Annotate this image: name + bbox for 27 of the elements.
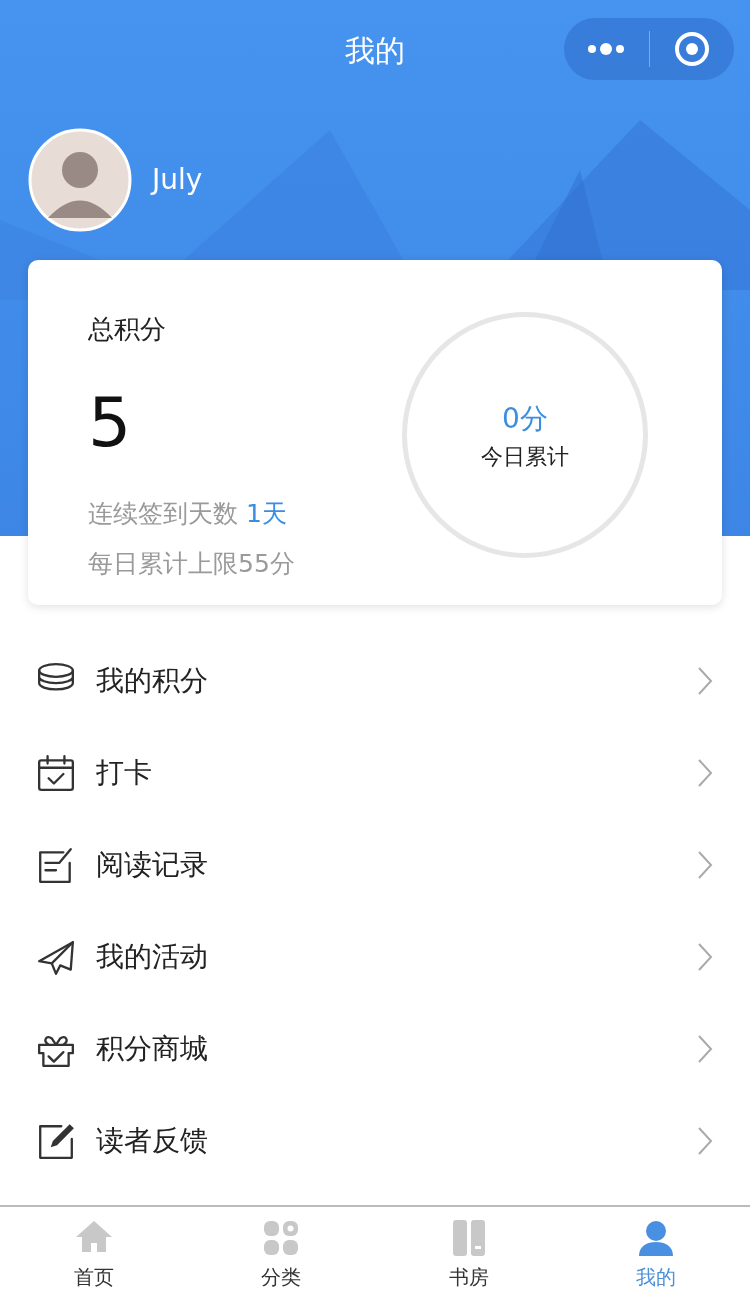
- daily-limit-text: 每日累计上限55分: [88, 547, 296, 580]
- menu-item[interactable]: 积分商城: [0, 1003, 750, 1095]
- points-title: 总积分: [88, 313, 167, 346]
- menu-item[interactable]: 打卡: [0, 727, 750, 819]
- user-name: July: [152, 162, 203, 198]
- menu-item[interactable]: 我的活动: [0, 911, 750, 1003]
- tab-bar-item[interactable]: 首页: [0, 1207, 188, 1303]
- chevron-right-icon: [696, 758, 714, 788]
- menu-item[interactable]: 阅读记录: [0, 819, 750, 911]
- paper-plane-icon: [36, 938, 76, 976]
- streak-value: 1天: [246, 498, 287, 530]
- chevron-right-icon: [696, 850, 714, 880]
- page-title: 我的: [345, 31, 405, 70]
- today-label: 今日累计: [481, 442, 569, 471]
- edit-icon: [36, 1122, 76, 1160]
- chevron-right-icon: [696, 1126, 714, 1156]
- chevron-right-icon: [696, 1034, 714, 1064]
- chevron-right-icon: [696, 942, 714, 972]
- tab-bar-item[interactable]: 分类: [187, 1207, 375, 1303]
- tab-bar-item[interactable]: 书房: [375, 1207, 563, 1303]
- today-points: 0分: [502, 400, 548, 437]
- streak-label: 连续签到天数: [88, 498, 238, 530]
- calendar-check-icon: [36, 754, 76, 792]
- menu-item[interactable]: 我的积分: [0, 635, 750, 727]
- menu-item[interactable]: 读者反馈: [0, 1095, 750, 1187]
- points-total: 5: [88, 389, 133, 457]
- chevron-right-icon: [696, 666, 714, 696]
